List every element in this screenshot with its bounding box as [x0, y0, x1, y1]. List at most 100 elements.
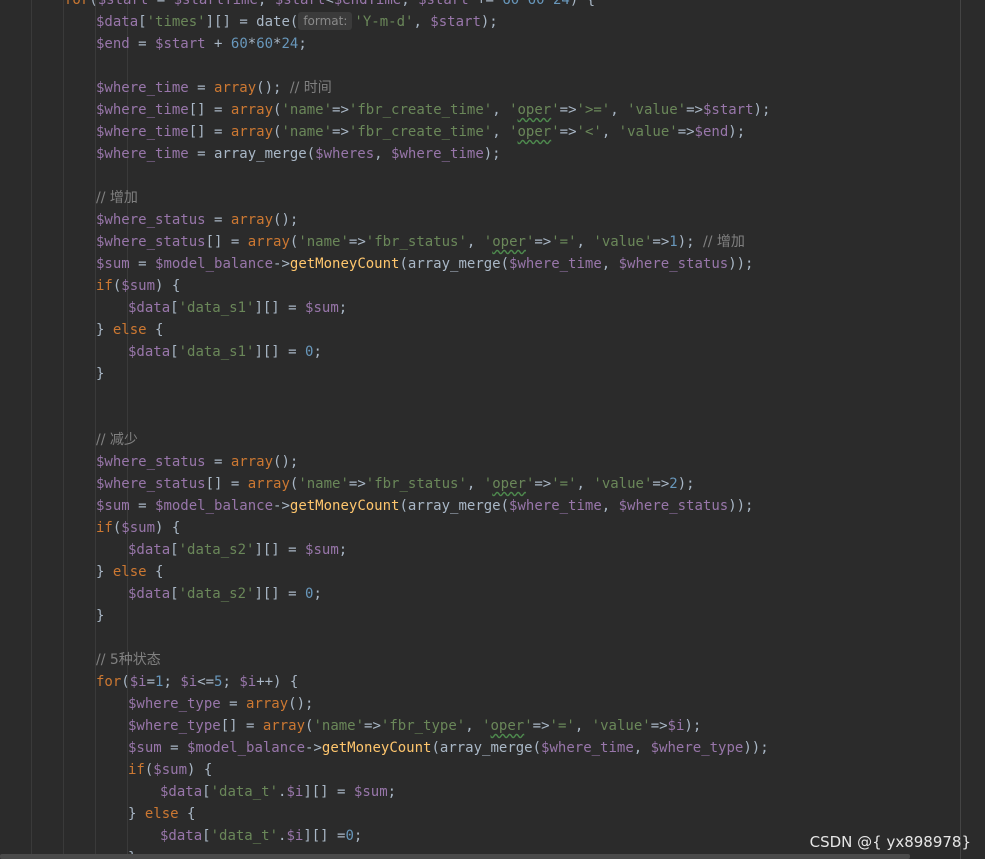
- code-token-fn: getMoneyCount: [321, 740, 432, 756]
- code-line[interactable]: for($start = $startTime; $start<$endTime…: [64, 0, 595, 11]
- code-token-var: $where_type: [650, 740, 744, 756]
- code-token-op: (: [121, 674, 130, 690]
- code-token-op: *: [247, 36, 257, 52]
- code-token-kw: array: [247, 476, 290, 492]
- code-line[interactable]: $where_type = array();: [128, 693, 313, 715]
- code-token-op: );: [677, 234, 703, 250]
- code-line[interactable]: }: [96, 363, 104, 385]
- code-token-op: [] =: [205, 234, 248, 250]
- code-token-var: $i: [286, 784, 304, 800]
- code-token-op: ][] =: [254, 586, 306, 602]
- code-token-kw: array: [230, 212, 274, 228]
- code-line[interactable]: if($sum) {: [96, 275, 180, 297]
- code-token-op: ,: [601, 256, 619, 272]
- code-line[interactable]: $data['data_s2'][] = $sum;: [128, 539, 347, 561]
- code-line[interactable]: $data['times'][] = date(format: 'Y-m-d', …: [96, 11, 498, 33]
- code-line[interactable]: $end = $start + 60*60*24;: [96, 33, 307, 55]
- code-editor[interactable]: for($start = $startTime; $start<$endTime…: [0, 0, 985, 859]
- code-token-op: ,: [576, 476, 594, 492]
- code-token-var: $end: [694, 124, 729, 140]
- code-line[interactable]: $data['data_s2'][] = 0;: [128, 583, 322, 605]
- code-token-op: ,: [492, 124, 510, 140]
- code-token-var: $data: [128, 300, 171, 316]
- code-line[interactable]: $where_time = array_merge($wheres, $wher…: [96, 143, 501, 165]
- code-token-cm: // 5种状态: [96, 652, 161, 668]
- code-line[interactable]: } else {: [128, 803, 195, 825]
- code-token-op: (array_merge(: [399, 256, 510, 272]
- code-line[interactable]: $data['data_s1'][] = 0;: [128, 341, 322, 363]
- code-line[interactable]: $where_time[] = array('name'=>'fbr_creat…: [96, 121, 745, 143]
- code-token-op: }: [96, 608, 105, 624]
- code-token-var: $where_time: [541, 740, 634, 756]
- code-token-var: $start: [702, 102, 754, 118]
- code-line[interactable]: // 减少: [96, 429, 138, 451]
- code-line[interactable]: $data['data_t'.$i][] =0;: [160, 825, 362, 847]
- code-line[interactable]: $where_type[] = array('name'=>'fbr_type'…: [128, 715, 701, 737]
- code-token-op: =>: [532, 718, 550, 734]
- code-token-str: ': [483, 234, 493, 250]
- code-line[interactable]: $where_status[] = array('name'=>'fbr_sta…: [96, 231, 745, 253]
- code-token-kw: else: [144, 806, 179, 822]
- code-token-op: [: [170, 586, 179, 602]
- code-token-op: [: [170, 542, 179, 558]
- code-token-op: ;: [222, 674, 240, 690]
- code-line[interactable]: $sum = $model_balance->getMoneyCount(arr…: [96, 495, 754, 517]
- code-token-var: $start: [274, 0, 326, 8]
- code-token-str: 'name': [281, 124, 333, 140]
- code-token-op: ,: [492, 102, 510, 118]
- code-line[interactable]: $sum = $model_balance->getMoneyCount(arr…: [128, 737, 769, 759]
- code-line[interactable]: } else {: [96, 319, 163, 341]
- code-line[interactable]: // 增加: [96, 187, 138, 209]
- code-token-op: ;: [338, 542, 348, 558]
- code-token-str: 'fbr_create_time': [348, 102, 493, 118]
- code-token-op: }: [96, 564, 113, 580]
- code-line[interactable]: } else {: [96, 561, 163, 583]
- code-line[interactable]: $data['data_t'.$i][] = $sum;: [160, 781, 396, 803]
- code-token-var: $where_status: [96, 212, 206, 228]
- code-token-op: =>: [534, 476, 552, 492]
- code-token-op: ;: [353, 828, 363, 844]
- code-token-var: $startTime: [173, 0, 258, 8]
- code-token-op: ,: [374, 146, 392, 162]
- code-line[interactable]: $where_time[] = array('name'=>'fbr_creat…: [96, 99, 770, 121]
- code-token-var: $where_status: [96, 234, 206, 250]
- code-token-op: }: [96, 366, 105, 382]
- code-line[interactable]: $where_status = array();: [96, 451, 298, 473]
- code-token-var: $where_status: [618, 256, 729, 272]
- code-token-var: $where_time: [96, 80, 189, 96]
- code-token-str: ': [524, 718, 533, 734]
- code-token-kw: array: [247, 234, 290, 250]
- horizontal-scrollbar[interactable]: [0, 854, 910, 859]
- code-token-var: $wheres: [315, 146, 375, 162]
- code-token-str: 'times': [146, 14, 206, 30]
- code-token-op: +: [205, 36, 231, 52]
- code-line[interactable]: $where_time = array(); // 时间: [96, 77, 332, 99]
- code-line[interactable]: }: [96, 605, 104, 627]
- code-token-str: '>=': [576, 102, 611, 118]
- code-line[interactable]: $data['data_s1'][] = $sum;: [128, 297, 347, 319]
- code-line[interactable]: // 5种状态: [96, 649, 161, 671]
- code-token-var: $start: [97, 0, 149, 8]
- code-line[interactable]: $where_status = array();: [96, 209, 298, 231]
- code-line[interactable]: for($i=1; $i<=5; $i++) {: [96, 671, 298, 693]
- code-token-op: [] =: [188, 102, 231, 118]
- code-token-str: 'data_t': [210, 828, 279, 844]
- code-token-op: =>: [686, 102, 703, 118]
- code-token-op: =>: [534, 234, 552, 250]
- code-line[interactable]: if($sum) {: [96, 517, 180, 539]
- code-token-str: ': [551, 124, 560, 140]
- code-line[interactable]: $where_status[] = array('name'=>'fbr_sta…: [96, 473, 695, 495]
- code-token-kw: if: [128, 762, 145, 778]
- code-line[interactable]: if($sum) {: [128, 759, 212, 781]
- code-token-var: $where_time: [509, 256, 602, 272]
- code-token-var: $data: [160, 784, 203, 800]
- code-token-op: ;: [163, 674, 181, 690]
- code-token-op: =>: [332, 124, 349, 140]
- code-token-num: 1: [669, 234, 678, 250]
- code-token-var: $sum: [96, 498, 130, 514]
- code-token-op: {: [146, 322, 164, 338]
- code-token-num: 60: [502, 0, 520, 8]
- code-token-op: ][] = date(: [205, 14, 299, 30]
- code-token-var: $where_status: [96, 476, 206, 492]
- code-line[interactable]: $sum = $model_balance->getMoneyCount(arr…: [96, 253, 754, 275]
